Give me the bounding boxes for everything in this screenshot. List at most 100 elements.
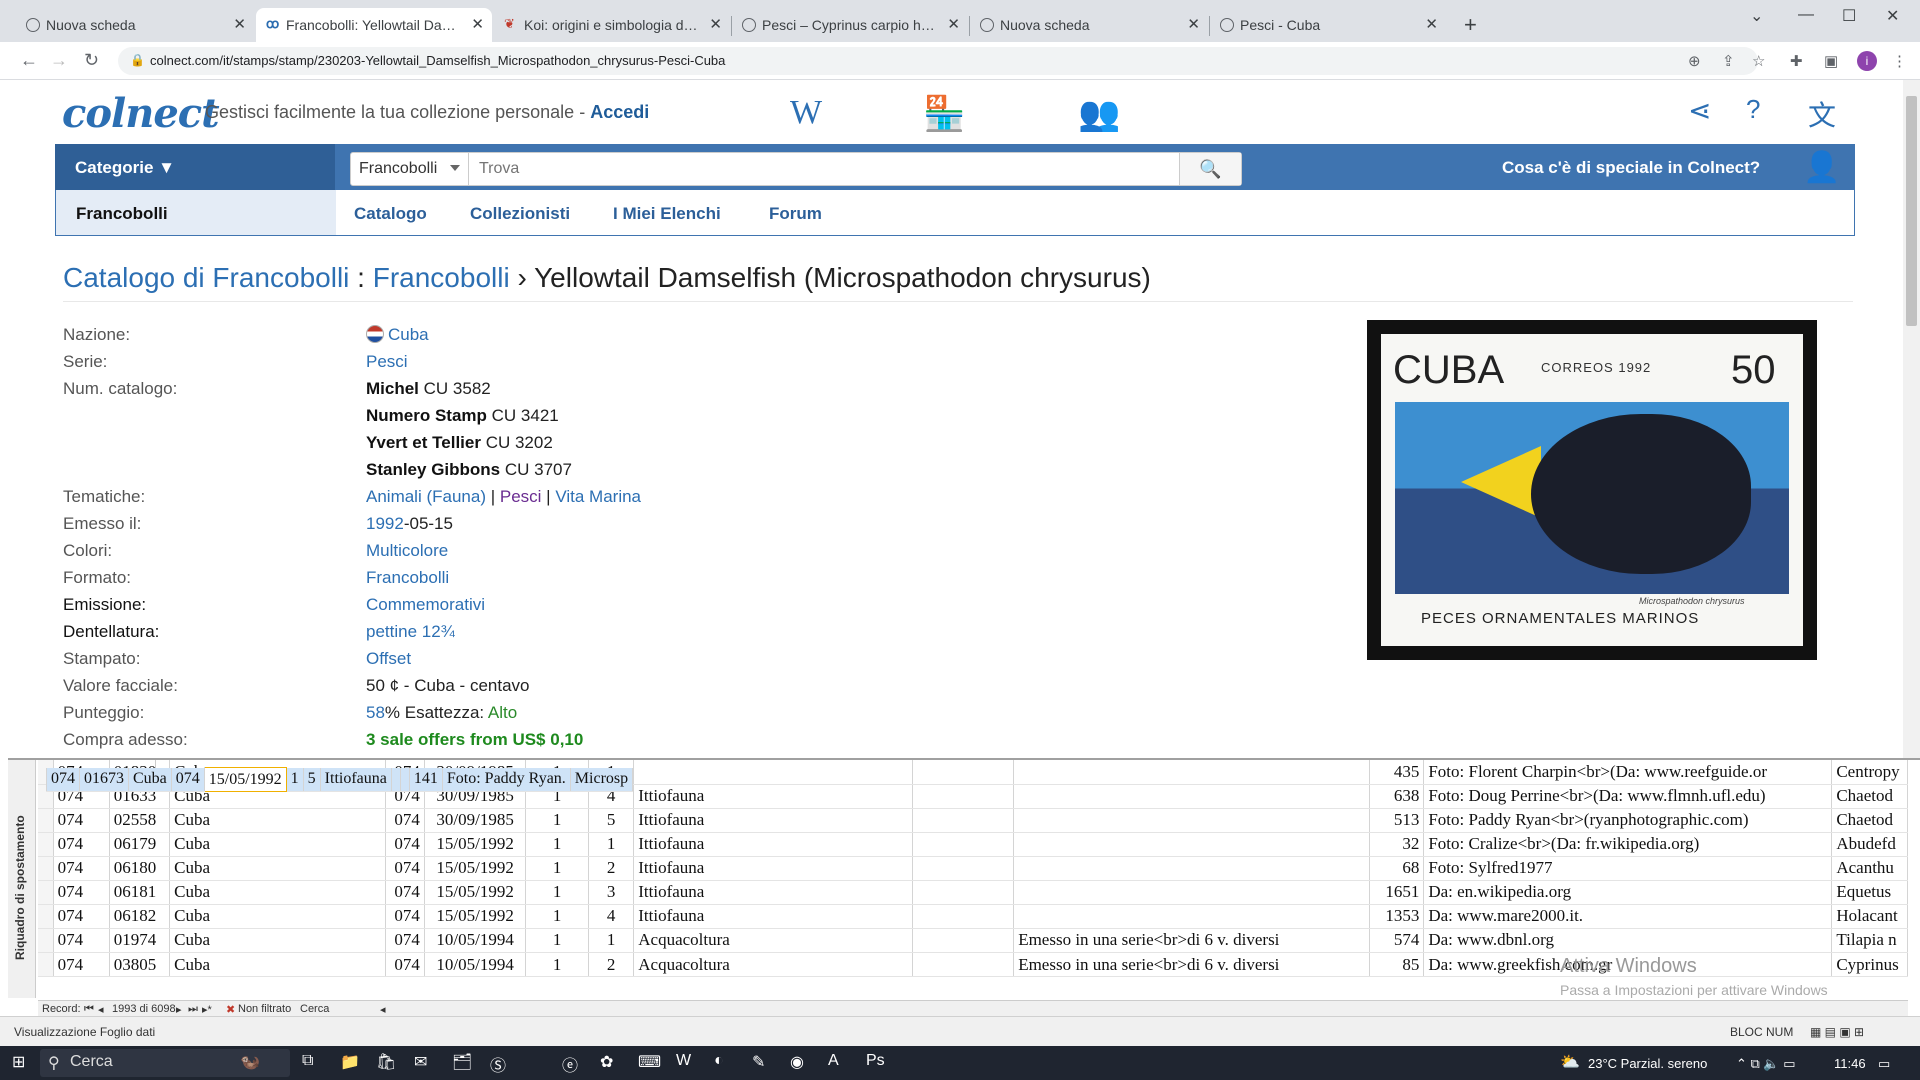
forward-button[interactable]: → bbox=[50, 50, 68, 71]
col-blank[interactable] bbox=[912, 760, 1015, 785]
menu-dots-icon[interactable]: ⋮ bbox=[1892, 52, 1907, 70]
punteggio-link[interactable]: 58 bbox=[366, 703, 385, 722]
col-code2[interactable]: 074 bbox=[385, 928, 425, 953]
subnav-catalogo[interactable]: Catalogo bbox=[354, 204, 427, 224]
col-num[interactable]: 2 bbox=[588, 952, 635, 977]
app-icon[interactable]: ✎ bbox=[752, 1052, 765, 1072]
file-explorer-icon[interactable]: 📁 bbox=[340, 1052, 360, 1072]
col-blank[interactable] bbox=[912, 856, 1015, 881]
col-serie[interactable]: 1 bbox=[525, 880, 589, 905]
col-paese[interactable]: Cuba bbox=[169, 904, 387, 929]
serie-link[interactable]: Pesci bbox=[366, 352, 408, 371]
mail-icon[interactable]: ✉ bbox=[414, 1052, 427, 1072]
nazione-link[interactable]: Cuba bbox=[388, 325, 429, 344]
app-icon[interactable]: ✿ bbox=[600, 1052, 613, 1072]
close-icon[interactable]: ✕ bbox=[1187, 15, 1200, 33]
window-close-button[interactable]: ✕ bbox=[1886, 6, 1899, 26]
col-tema[interactable] bbox=[633, 760, 913, 785]
col-id[interactable]: 06180 bbox=[109, 856, 171, 881]
col-fonte[interactable]: Foto: Paddy Ryan. bbox=[442, 767, 571, 792]
col-id[interactable]: 01974 bbox=[109, 928, 171, 953]
col-note[interactable]: Emesso in una serie<br>di 6 v. diversi bbox=[1013, 952, 1371, 977]
row-selector[interactable] bbox=[38, 904, 54, 929]
col-note[interactable] bbox=[1013, 832, 1371, 857]
bookmark-star-icon[interactable]: ☆ bbox=[1752, 52, 1765, 70]
col-note[interactable] bbox=[400, 767, 410, 792]
col-count[interactable]: 574 bbox=[1369, 928, 1425, 953]
col-specie[interactable]: Holacant bbox=[1831, 904, 1908, 929]
col-code[interactable]: 074 bbox=[46, 767, 80, 792]
subnav-current[interactable]: Francobolli bbox=[56, 190, 336, 235]
search-category-select[interactable]: Francobolli bbox=[351, 153, 469, 185]
col-blank[interactable] bbox=[391, 767, 401, 792]
col-count[interactable]: 1651 bbox=[1369, 880, 1425, 905]
close-icon[interactable]: ✕ bbox=[709, 15, 722, 33]
col-paese[interactable]: Cuba bbox=[169, 856, 387, 881]
back-button[interactable]: ← bbox=[20, 50, 38, 71]
task-view-icon[interactable]: ⧉ bbox=[302, 1052, 313, 1070]
prev-record-button[interactable]: ◂ bbox=[98, 1003, 104, 1016]
col-code[interactable]: 074 bbox=[53, 856, 110, 881]
col-note[interactable]: Emesso in una serie<br>di 6 v. diversi bbox=[1013, 928, 1371, 953]
col-serie[interactable]: 1 bbox=[525, 808, 589, 833]
row-selector[interactable] bbox=[38, 856, 54, 881]
col-count[interactable]: 513 bbox=[1369, 808, 1425, 833]
hscroll-left[interactable]: ◂ bbox=[380, 1003, 386, 1016]
col-id[interactable]: 01673 bbox=[79, 767, 129, 792]
col-fonte[interactable]: Foto: Paddy Ryan<br>(ryanphotographic.co… bbox=[1423, 808, 1833, 833]
row-selector[interactable] bbox=[38, 832, 54, 857]
col-specie[interactable]: Equetus bbox=[1831, 880, 1908, 905]
col-count[interactable]: 85 bbox=[1369, 952, 1425, 977]
breadcrumb-francobolli[interactable]: Francobolli bbox=[373, 262, 510, 293]
col-note[interactable] bbox=[1013, 808, 1371, 833]
maximize-button[interactable]: ☐ bbox=[1842, 6, 1856, 26]
col-specie[interactable]: Centropy bbox=[1831, 760, 1908, 785]
row-selector[interactable] bbox=[38, 928, 54, 953]
col-data[interactable]: 15/05/1992 bbox=[424, 904, 527, 929]
col-tema[interactable]: Ittiofauna bbox=[633, 832, 913, 857]
row-selector[interactable] bbox=[38, 808, 54, 833]
col-tema[interactable]: Acquacoltura bbox=[633, 928, 913, 953]
translate-icon[interactable]: 文 bbox=[1808, 94, 1836, 134]
col-num[interactable]: 1 bbox=[588, 832, 635, 857]
col-code2[interactable]: 074 bbox=[171, 767, 205, 792]
tematica-link[interactable]: Animali (Fauna) bbox=[366, 487, 486, 506]
col-specie[interactable]: Microsp bbox=[570, 767, 634, 792]
tab-nuova-scheda-2[interactable]: Nuova scheda ✕ bbox=[970, 8, 1208, 42]
col-fonte[interactable]: Foto: Doug Perrine<br>(Da: www.flmnh.ufl… bbox=[1423, 784, 1833, 809]
col-paese[interactable]: Cuba bbox=[169, 952, 387, 977]
col-num[interactable]: 2 bbox=[588, 856, 635, 881]
special-link[interactable]: Cosa c'è di speciale in Colnect? bbox=[1502, 158, 1760, 178]
col-count[interactable]: 435 bbox=[1369, 760, 1425, 785]
help-icon[interactable]: ? bbox=[1746, 94, 1760, 125]
weather-text[interactable]: 23°C Parzial. sereno bbox=[1588, 1056, 1707, 1071]
edge-browser-icon[interactable]: ◐ bbox=[714, 1052, 724, 1070]
view-switcher-icon[interactable]: ▦ ▤ ▣ ⊞ bbox=[1810, 1025, 1864, 1039]
col-tema[interactable]: Ittiofauna bbox=[633, 856, 913, 881]
col-specie[interactable]: Cyprinus bbox=[1831, 952, 1908, 977]
share-icon[interactable]: ⋖ bbox=[1688, 94, 1711, 127]
col-id[interactable]: 03805 bbox=[109, 952, 171, 977]
col-count[interactable]: 1353 bbox=[1369, 904, 1425, 929]
store-icon[interactable]: 🛍 bbox=[376, 1052, 396, 1072]
dentellatura-link[interactable]: pettine 12¾ bbox=[366, 622, 455, 641]
colnect-logo[interactable]: colnect bbox=[62, 90, 220, 137]
col-note[interactable] bbox=[1013, 904, 1371, 929]
col-count[interactable]: 68 bbox=[1369, 856, 1425, 881]
col-specie[interactable]: Abudefd bbox=[1831, 832, 1908, 857]
next-record-button[interactable]: ▸ bbox=[176, 1003, 182, 1016]
col-data[interactable]: 10/05/1994 bbox=[424, 952, 527, 977]
col-serie[interactable]: 1 bbox=[525, 856, 589, 881]
col-code[interactable]: 074 bbox=[53, 808, 110, 833]
col-count[interactable]: 638 bbox=[1369, 784, 1425, 809]
table-row[interactable]: 074 01673 Cuba 074 15/05/1992 1 5 Ittiofauna 141… bbox=[38, 760, 634, 792]
access-icon[interactable]: A bbox=[828, 1052, 839, 1070]
login-link[interactable]: Accedi bbox=[590, 102, 649, 122]
col-paese[interactable]: Cuba bbox=[169, 808, 387, 833]
stamp-image[interactable]: CUBA CORREOS 1992 50 Microspathodon chry… bbox=[1367, 320, 1817, 660]
share-icon[interactable]: ⇪ bbox=[1722, 52, 1735, 70]
search-input[interactable] bbox=[475, 153, 1175, 185]
col-blank[interactable] bbox=[912, 880, 1015, 905]
col-note[interactable] bbox=[1013, 880, 1371, 905]
subnav-miei-elenchi[interactable]: I Miei Elenchi bbox=[613, 204, 721, 224]
